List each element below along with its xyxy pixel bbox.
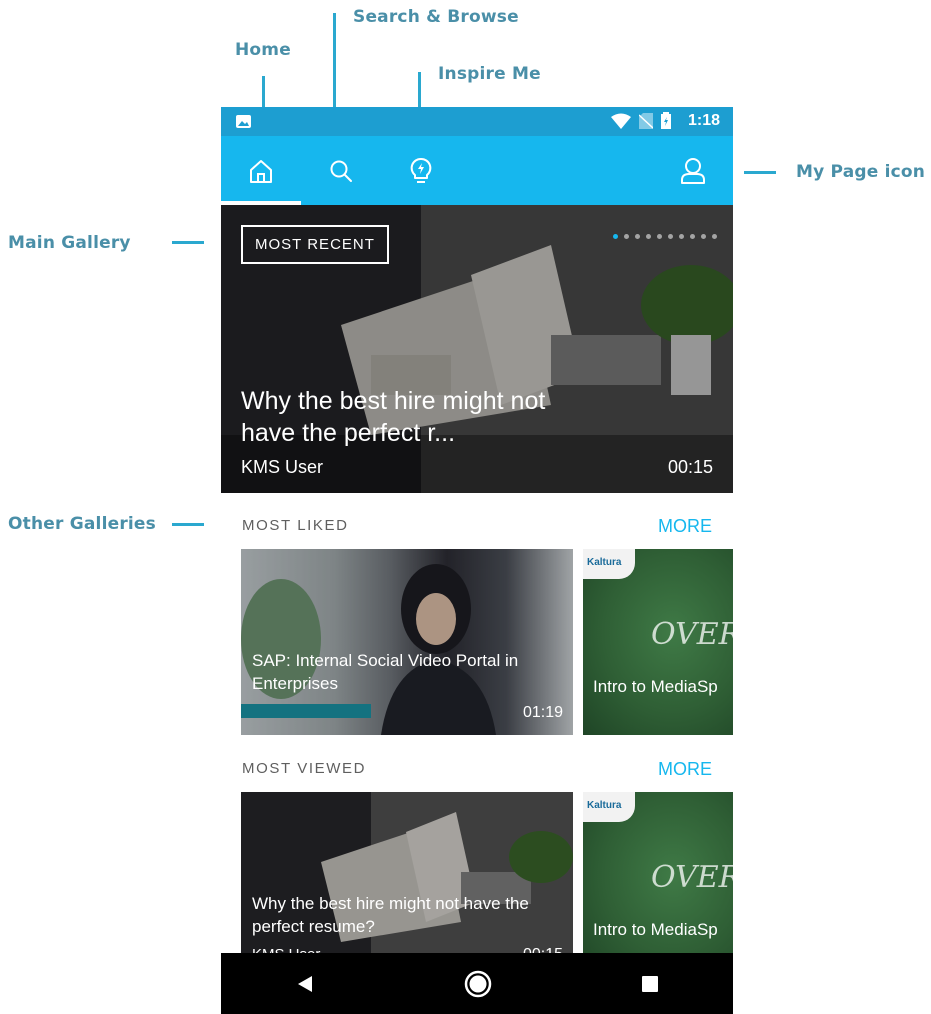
tab-search[interactable]	[309, 136, 373, 205]
callout-inspire-me: Inspire Me	[438, 64, 541, 84]
hero-video-duration: 00:15	[667, 457, 713, 477]
most-recent-badge: MOST RECENT	[241, 225, 389, 264]
more-link-most-liked[interactable]: MORE	[658, 516, 712, 537]
no-sim-icon	[639, 113, 653, 129]
callout-search-browse: Search & Browse	[353, 7, 519, 27]
system-navigation-bar	[221, 953, 733, 1014]
page-dot[interactable]	[657, 234, 662, 239]
callout-my-page-icon: My Page icon	[796, 162, 926, 182]
card-decorative-text: OVER	[651, 860, 733, 895]
page-dot[interactable]	[624, 234, 629, 239]
hero-video-title: Why the best hire might not have the per…	[241, 387, 546, 447]
card-decorative-text: OVER	[651, 617, 733, 652]
video-card-best-hire[interactable]: Why the best hire might not have the per…	[241, 792, 573, 978]
lightbulb-icon	[410, 157, 432, 183]
callout-home: Home	[235, 40, 291, 60]
page-dot[interactable]	[635, 234, 640, 239]
tab-home[interactable]	[229, 136, 293, 205]
kaltura-logo-text: Kaltura	[587, 557, 622, 568]
recents-icon[interactable]	[640, 974, 660, 994]
page-dot[interactable]	[646, 234, 651, 239]
video-card-title: Intro to MediaSp	[593, 920, 718, 939]
search-icon	[330, 160, 352, 182]
image-notification-icon	[236, 115, 251, 128]
more-link-most-viewed[interactable]: MORE	[658, 759, 712, 780]
status-bar: 1:18	[221, 107, 733, 136]
video-card-title: SAP: Internal Social Video Portal in Ent…	[252, 651, 519, 693]
page-dot[interactable]	[690, 234, 695, 239]
callout-my-page-line	[744, 171, 776, 174]
top-app-bar	[221, 136, 733, 205]
back-icon[interactable]	[294, 973, 316, 995]
wifi-icon	[611, 113, 631, 129]
page-dot[interactable]	[679, 234, 684, 239]
page-dot[interactable]	[668, 234, 673, 239]
phone-screen: 1:18 MOST RECENT Why the best hire might…	[221, 107, 733, 1014]
gallery-page-indicator[interactable]	[613, 234, 717, 239]
callout-main-gallery-line	[172, 241, 204, 244]
kaltura-logo-text: Kaltura	[587, 800, 622, 811]
video-card-intro-mediaspace[interactable]: Kaltura OVER Intro to MediaSp	[583, 792, 733, 978]
section-title-most-viewed: MOST VIEWED	[242, 760, 366, 777]
main-gallery-hero[interactable]: MOST RECENT Why the best hire might not …	[221, 205, 733, 493]
video-card-sap[interactable]: SAP: Internal Social Video Portal in Ent…	[241, 549, 573, 735]
kaltura-logo: Kaltura	[583, 549, 635, 579]
video-card-intro-mediaspace[interactable]: Kaltura OVER Intro to MediaSp	[583, 549, 733, 735]
callout-other-galleries-line	[172, 523, 204, 526]
user-icon	[681, 157, 705, 184]
page-dot[interactable]	[712, 234, 717, 239]
status-time: 1:18	[687, 112, 720, 129]
hero-video-author: KMS User	[241, 457, 324, 477]
callout-other-galleries: Other Galleries	[8, 514, 156, 534]
battery-icon	[661, 112, 671, 129]
home-button-icon[interactable]	[463, 969, 493, 999]
video-card-duration: 01:19	[522, 704, 563, 721]
page-dot[interactable]	[701, 234, 706, 239]
kaltura-logo: Kaltura	[583, 792, 635, 822]
home-icon	[250, 159, 272, 183]
my-page-button[interactable]	[661, 136, 725, 205]
tab-inspire-me[interactable]	[389, 136, 453, 205]
video-card-title: Intro to MediaSp	[593, 677, 718, 696]
callout-main-gallery: Main Gallery	[8, 233, 131, 253]
page-dot[interactable]	[613, 234, 618, 239]
section-title-most-liked: MOST LIKED	[242, 517, 349, 534]
video-card-title: Why the best hire might not have the per…	[252, 894, 529, 936]
